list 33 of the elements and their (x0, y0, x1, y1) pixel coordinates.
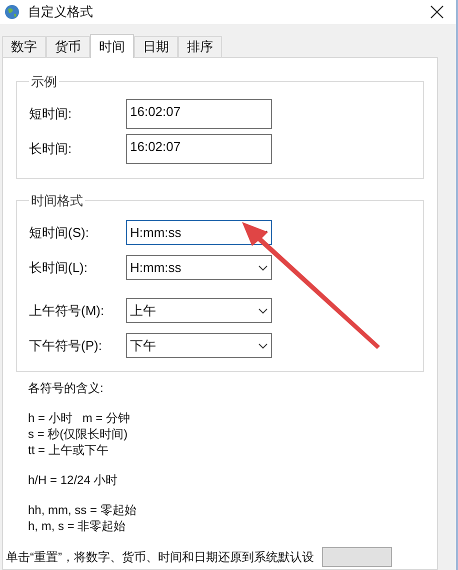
tab[interactable]: 数字 (2, 36, 46, 57)
field-label: 长时间(L): (29, 258, 88, 277)
window-title: 自定义格式 (28, 3, 94, 22)
tab[interactable]: 日期 (134, 36, 178, 57)
chevron-down-icon (258, 342, 268, 348)
field-label: 短时间: (29, 104, 73, 123)
tab[interactable]: 时间 (90, 34, 134, 58)
legend-line: h = 小时 m = 分钟 (28, 410, 132, 426)
legend-line: h, m, s = 非零起始 (28, 518, 127, 534)
tab[interactable]: 排序 (178, 36, 222, 57)
group-title: 示例 (30, 73, 58, 91)
footer-text: 单击“重置”，将数字、货币、时间和日期还原到系统默认设 (6, 549, 314, 566)
chevron-down-icon (258, 308, 268, 314)
field-label: 下午符号(P): (29, 336, 103, 355)
field-label: 上午符号(M): (29, 302, 106, 320)
globe-icon (4, 4, 20, 20)
legend-title: 各符号的含义: (28, 380, 104, 396)
legend-line: tt = 上午或下午 (28, 442, 110, 458)
readonly-field: 16:02:07 (126, 134, 272, 164)
legend-line: h/H = 12/24 小时 (28, 472, 119, 488)
close-icon[interactable] (430, 5, 444, 19)
dropdown[interactable]: 上午 (126, 298, 272, 323)
tab[interactable]: 货币 (46, 36, 90, 57)
legend-line: hh, mm, ss = 零起始 (28, 502, 138, 518)
dropdown[interactable]: 下午 (126, 333, 272, 358)
chevron-down-icon (258, 264, 268, 270)
field-label: 长时间: (29, 140, 73, 158)
dropdown[interactable]: H:mm:ss (126, 255, 272, 280)
legend-line: s = 秒(仅限长时间) (28, 426, 129, 442)
readonly-field: 16:02:07 (126, 98, 272, 128)
group-title: 时间格式 (30, 192, 84, 210)
dropdown[interactable]: H:mm:ss (126, 220, 272, 245)
field-label: 短时间(S): (29, 224, 90, 242)
